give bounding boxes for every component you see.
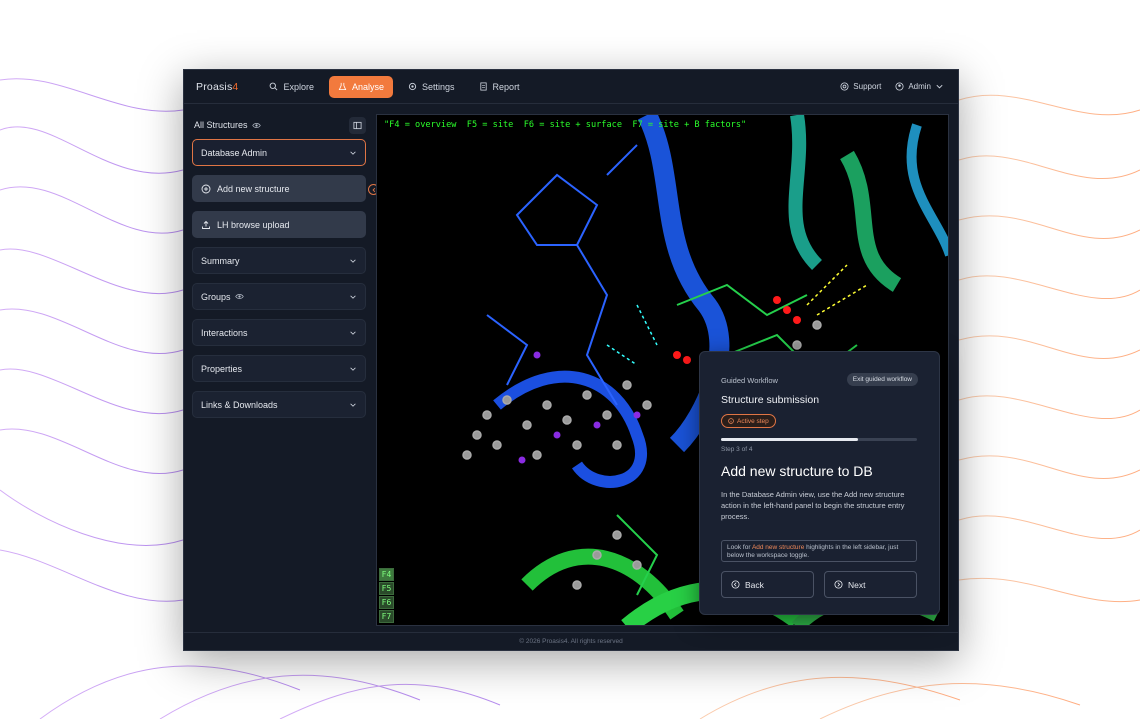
upload-icon <box>202 220 210 229</box>
view-select-value: Database Admin <box>201 147 268 158</box>
section-groups[interactable]: Groups <box>192 283 366 310</box>
workflow-progress-bar <box>721 438 917 441</box>
add-new-structure-button[interactable]: Add new structure <box>192 175 366 202</box>
exit-guided-workflow-button[interactable]: Exit guided workflow <box>846 373 918 386</box>
top-right-controls: Support Admin <box>840 82 944 91</box>
chevron-down-icon <box>936 84 943 89</box>
eye-icon[interactable] <box>251 121 261 130</box>
view-select[interactable]: Database Admin <box>192 139 366 166</box>
sidebar-header: All Structures <box>194 116 366 134</box>
user-label: Admin <box>908 82 931 91</box>
lifebuoy-icon <box>840 82 849 91</box>
back-button-label: Back <box>745 579 764 590</box>
nav-analyse[interactable]: Analyse <box>328 75 394 98</box>
viewer-fkey-buttons: F4 F5 F6 F7 <box>379 568 394 623</box>
step-description: In the Database Admin view, use the Add … <box>721 490 905 521</box>
step-hint: Look for Add new structure highlights in… <box>721 540 917 562</box>
hint-prefix: Look for <box>727 544 752 551</box>
arrow-left-circle-icon <box>731 580 740 589</box>
user-icon <box>895 82 904 91</box>
active-step-badge: Active step <box>721 414 776 428</box>
fkey-f7-button[interactable]: F7 <box>379 610 394 623</box>
fkey-f5-button[interactable]: F5 <box>379 582 394 595</box>
add-new-structure-label: Add new structure <box>217 183 290 194</box>
next-button-label: Next <box>848 579 866 590</box>
nav-explore-label: Explore <box>283 81 314 92</box>
section-properties[interactable]: Properties <box>192 355 366 382</box>
sidebar: All Structures Database Admin Add new st… <box>184 104 379 634</box>
section-links-downloads[interactable]: Links & Downloads <box>192 391 366 418</box>
main-nav: Explore Analyse Settings Report <box>260 75 529 98</box>
arrow-right-circle-icon <box>834 580 843 589</box>
fkey-f4-button[interactable]: F4 <box>379 568 394 581</box>
step-counter: Step 3 of 4 <box>721 446 753 453</box>
chevron-down-icon <box>350 403 356 407</box>
sidebar-title: All Structures <box>194 120 261 130</box>
chevron-down-icon <box>350 151 356 155</box>
hint-highlight-link[interactable]: Add new structure <box>752 544 804 551</box>
nav-report[interactable]: Report <box>470 76 529 98</box>
chevron-down-icon <box>350 367 356 371</box>
lh-browse-upload-label: LH browse upload <box>217 219 290 230</box>
brand-version: 4 <box>232 80 239 93</box>
brand-name: Proasis <box>196 80 233 93</box>
guided-workflow-label: Guided Workflow <box>721 376 778 385</box>
workflow-progress-fill <box>721 438 859 441</box>
next-button[interactable]: Next <box>824 571 917 598</box>
app-window: Proasis4 Explore Analyse Settings Report <box>183 69 959 651</box>
gear-icon <box>408 82 417 91</box>
nav-settings[interactable]: Settings <box>399 76 464 98</box>
section-interactions-label: Interactions <box>201 327 248 338</box>
support-link[interactable]: Support <box>840 82 881 91</box>
guided-workflow-panel: Guided Workflow Exit guided workflow Str… <box>699 351 940 615</box>
section-links-downloads-label: Links & Downloads <box>201 399 278 410</box>
section-groups-label: Groups <box>201 291 231 302</box>
section-properties-label: Properties <box>201 363 243 374</box>
brand-logo[interactable]: Proasis4 <box>196 81 238 93</box>
step-heading: Add new structure to DB <box>721 463 873 479</box>
fkey-f6-button[interactable]: F6 <box>379 596 394 609</box>
flask-icon <box>338 82 347 91</box>
footer: © 2026 Proasis4. All rights reserved <box>184 632 958 650</box>
lh-browse-upload-button[interactable]: LH browse upload <box>192 211 366 238</box>
support-label: Support <box>853 82 882 91</box>
chevron-down-icon <box>350 259 356 263</box>
plus-circle-icon <box>201 184 211 193</box>
section-summary-label: Summary <box>201 255 240 266</box>
chevron-down-icon <box>350 295 356 299</box>
nav-report-label: Report <box>492 81 520 92</box>
nav-settings-label: Settings <box>422 81 455 92</box>
search-icon <box>270 82 278 91</box>
top-bar: Proasis4 Explore Analyse Settings Report <box>184 70 958 104</box>
eye-icon[interactable] <box>234 292 244 301</box>
info-circle-icon <box>728 418 734 424</box>
section-summary[interactable]: Summary <box>192 247 366 274</box>
nav-explore[interactable]: Explore <box>260 76 323 98</box>
document-icon <box>479 82 487 91</box>
sidebar-title-text: All Structures <box>194 120 248 130</box>
workflow-title: Structure submission <box>721 394 820 406</box>
nav-analyse-label: Analyse <box>351 81 385 92</box>
chevron-down-icon <box>350 331 356 335</box>
user-menu[interactable]: Admin <box>895 82 944 91</box>
viewer-hotkey-hint: "F4 = overview F5 = site F6 = site + sur… <box>384 120 747 130</box>
section-interactions[interactable]: Interactions <box>192 319 366 346</box>
active-step-badge-label: Active step <box>737 417 769 425</box>
panel-toggle-icon <box>353 121 362 129</box>
back-button[interactable]: Back <box>721 571 814 598</box>
sidebar-toggle-button[interactable] <box>349 116 366 134</box>
